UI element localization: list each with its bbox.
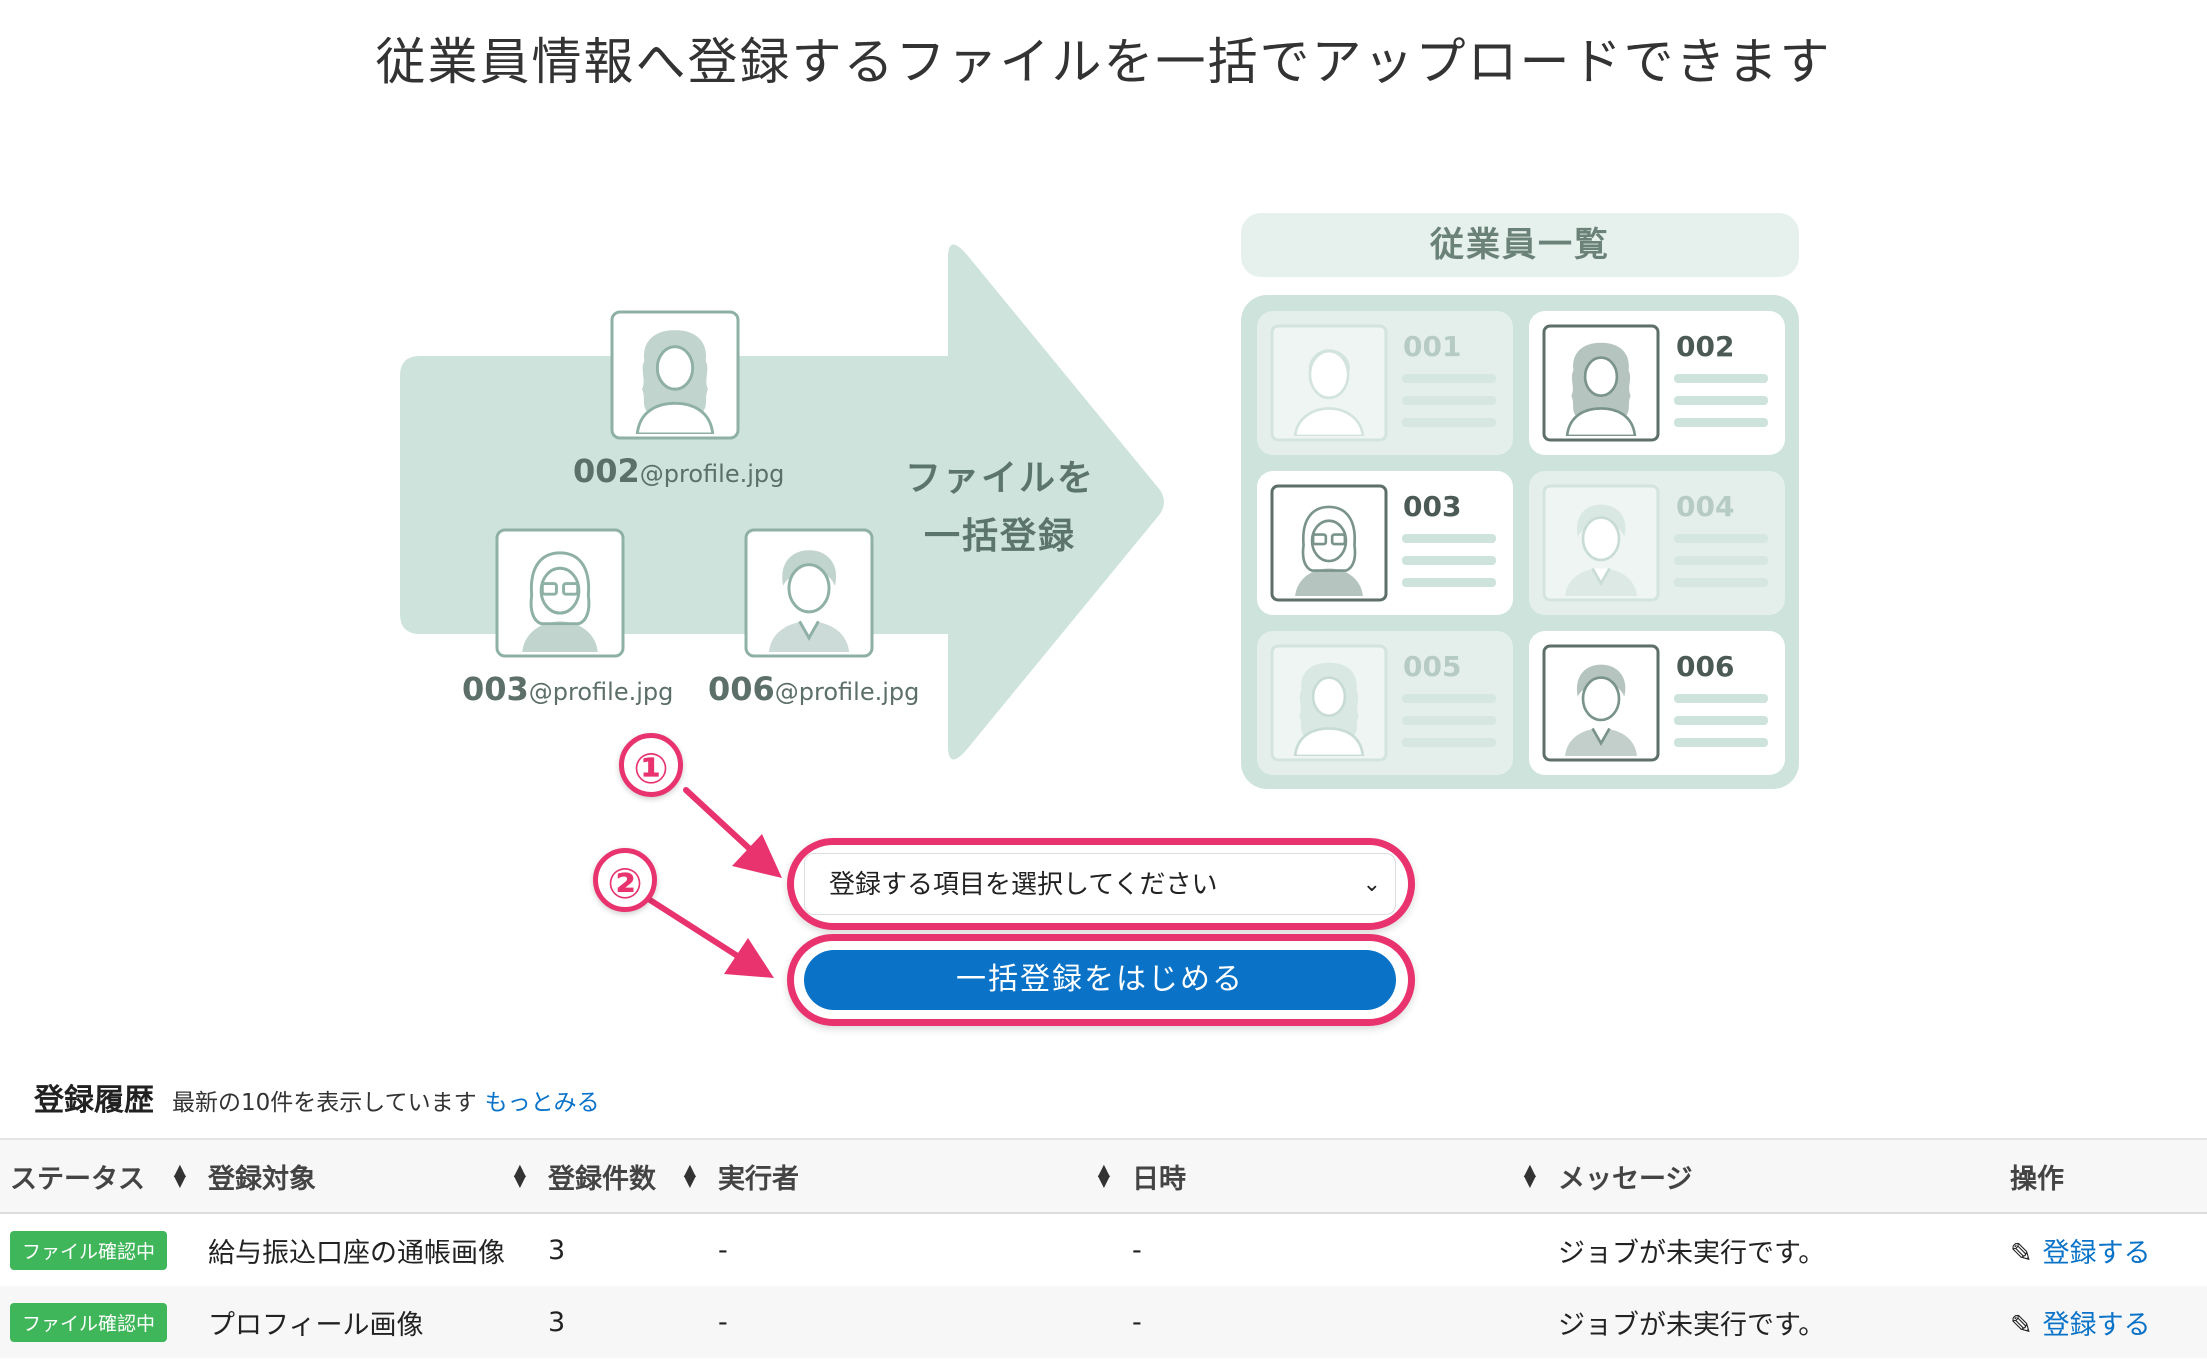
cell-datetime: - [1132,1234,1142,1266]
history-table: ステータス ▲ ▼ 登録対象 ▲ ▼ 登録件数 ▲ ▼ 実行者 ▲ ▼ 日時 ▲ ▼ メッセージ 操… [0,1138,2207,1358]
employee-card-005 [1257,631,1513,775]
column-header-message: メッセージ [1548,1138,2000,1214]
file-caption-006: 006@profile.jpg [708,670,920,708]
pencil-icon: ✎ [2010,1237,2033,1269]
start-bulk-register-button[interactable]: 一括登録をはじめる [804,950,1396,1010]
step1-marker: ① [619,733,683,797]
step2-pointer-arrow [647,897,774,978]
chevron-down-icon: ⌄ [1362,872,1381,897]
column-header-executor[interactable]: 実行者 ▲ ▼ [708,1138,1122,1214]
employee-number: 003 [1403,490,1462,523]
cell-target: プロフィール画像 [198,1286,538,1358]
column-header-count[interactable]: 登録件数 ▲ ▼ [538,1138,708,1214]
file-caption-003: 003@profile.jpg [462,670,674,708]
employee-number: 005 [1403,650,1462,683]
file-thumb-002 [610,310,740,440]
register-link[interactable]: ✎ 登録する [2010,1238,2151,1269]
table-row: ファイル確認中 給与振込口座の通帳画像 3 - - ジョブが未実行です。 ✎ 登録… [0,1213,2207,1286]
status-badge: ファイル確認中 [10,1302,168,1342]
more-link[interactable]: もっとみる [485,1090,600,1116]
sort-icon[interactable]: ▲ ▼ [684,1162,696,1189]
sort-icon[interactable]: ▲ ▼ [1098,1162,1110,1189]
step1-pointer-arrow [683,787,782,878]
cell-target: 給与振込口座の通帳画像 [208,1237,505,1269]
cell-executor: - [718,1234,728,1266]
status-badge: ファイル確認中 [10,1230,168,1270]
file-caption-002: 002@profile.jpg [573,452,785,490]
employee-number: 006 [1676,650,1735,683]
cell-message: ジョブが未実行です。 [1548,1286,2000,1358]
employee-number: 002 [1676,330,1735,363]
sort-icon[interactable]: ▲ ▼ [1524,1162,1536,1189]
history-title: 登録履歴 [34,1083,154,1118]
employee-card-004 [1529,471,1785,615]
step2-marker: ② [593,848,657,912]
employee-card-001 [1257,311,1513,455]
column-header-action: 操作 [2000,1138,2207,1214]
employee-number: 001 [1403,330,1462,363]
column-header-target[interactable]: 登録対象 ▲ ▼ [198,1138,538,1214]
column-header-datetime[interactable]: 日時 ▲ ▼ [1122,1138,1548,1214]
column-header-status[interactable]: ステータス ▲ ▼ [0,1138,198,1214]
cell-executor: - [708,1286,1122,1358]
file-thumb-006 [744,528,874,658]
employee-number: 004 [1676,490,1735,523]
employee-list-title: 従業員一覧 [1430,225,1610,265]
history-note: 最新の10件を表示しています もっとみる [172,1090,600,1116]
employee-card-002 [1529,311,1785,455]
register-link[interactable]: ✎ 登録する [2010,1310,2151,1341]
sort-icon[interactable]: ▲ ▼ [514,1162,526,1189]
cell-message: ジョブが未実行です。 [1558,1237,1826,1269]
employee-card-006 [1529,631,1785,775]
button-highlight: 一括登録をはじめる [787,934,1415,1026]
arrow-label: ファイルを 一括登録 [904,458,1095,557]
cell-count: 3 [538,1286,708,1358]
item-select[interactable]: 登録する項目を選択してください ⌄ [804,853,1396,915]
select-highlight: 登録する項目を選択してください ⌄ [787,838,1415,930]
file-thumb-003 [495,528,625,658]
cell-datetime: - [1122,1286,1548,1358]
cell-count: 3 [548,1234,566,1266]
pencil-icon: ✎ [2010,1309,2033,1341]
table-row: ファイル確認中 プロフィール画像 3 - - ジョブが未実行です。 ✎ 登録する [0,1286,2207,1358]
employee-card-003 [1257,471,1513,615]
sort-icon[interactable]: ▲ ▼ [174,1162,186,1189]
